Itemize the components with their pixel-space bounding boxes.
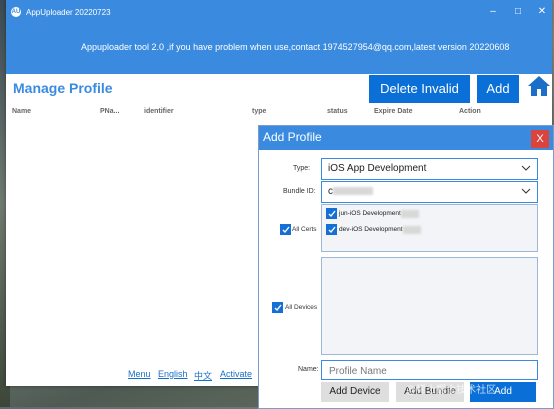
chevron-down-icon bbox=[521, 165, 531, 171]
type-label: Type: bbox=[293, 165, 311, 172]
watermark: @稀土掘金技术社区 bbox=[406, 385, 497, 396]
column-name[interactable]: Name bbox=[12, 108, 31, 115]
footer-link-menu[interactable]: Menu bbox=[128, 369, 151, 379]
bundle-id-label: Bundle ID: bbox=[283, 188, 316, 195]
banner-text: Appuploader tool 2.0 ,if you have proble… bbox=[81, 42, 510, 52]
chevron-down-icon bbox=[521, 188, 531, 194]
footer-link-english[interactable]: English bbox=[158, 369, 188, 379]
add-button[interactable]: Add bbox=[477, 75, 519, 103]
title-bar: AU AppUploader 20220723 – □ ✕ bbox=[6, 0, 552, 24]
cert-item[interactable]: dev-iOS Development bbox=[326, 224, 421, 235]
all-certs-checkbox[interactable] bbox=[280, 224, 291, 235]
certs-list: jun-iOS Development dev-iOS Development bbox=[321, 204, 538, 252]
toolbar: Manage Profile Delete Invalid Add bbox=[6, 74, 552, 104]
column-identifier[interactable]: identifier bbox=[144, 108, 174, 115]
type-select-value: iOS App Development bbox=[328, 163, 427, 174]
minimize-icon[interactable]: – bbox=[486, 6, 500, 17]
footer-link-activate[interactable]: Activate bbox=[220, 369, 252, 379]
page-title: Manage Profile bbox=[13, 80, 113, 96]
home-icon[interactable] bbox=[527, 74, 551, 98]
column-action[interactable]: Action bbox=[459, 108, 481, 115]
info-banner: Appuploader tool 2.0 ,if you have proble… bbox=[6, 24, 552, 74]
cert-label: dev-iOS Development bbox=[339, 226, 403, 234]
checkmark-icon bbox=[282, 226, 290, 234]
bundle-id-select[interactable]: c bbox=[321, 181, 538, 203]
name-label: Name: bbox=[298, 366, 319, 373]
checkmark-icon bbox=[274, 304, 282, 312]
all-devices-label: All Devices bbox=[285, 304, 318, 311]
column-status[interactable]: status bbox=[327, 108, 348, 115]
all-devices-checkbox[interactable] bbox=[272, 302, 283, 313]
bundle-id-value: c bbox=[328, 186, 373, 197]
profile-name-input[interactable] bbox=[327, 362, 531, 381]
all-certs-label: All Certs bbox=[292, 226, 317, 233]
checkmark-icon bbox=[328, 210, 336, 218]
table-header-right: status Expire Date Action bbox=[256, 104, 546, 120]
checkmark-icon bbox=[328, 226, 336, 234]
table-header: Name PNa... identifier type bbox=[6, 104, 266, 120]
cert-checkbox[interactable] bbox=[326, 224, 337, 235]
delete-invalid-button[interactable]: Delete Invalid bbox=[369, 75, 470, 103]
dialog-title: Add Profile bbox=[263, 130, 322, 144]
column-pname[interactable]: PNa... bbox=[100, 108, 119, 115]
add-profile-dialog: Add Profile X Type: iOS App Development … bbox=[258, 125, 554, 409]
close-icon[interactable]: ✕ bbox=[535, 6, 549, 17]
cert-item[interactable]: jun-iOS Development bbox=[326, 208, 419, 219]
dialog-title-bar: Add Profile X bbox=[259, 126, 553, 150]
cert-checkbox[interactable] bbox=[326, 208, 337, 219]
profile-name-field[interactable] bbox=[321, 360, 538, 381]
window-title: AppUploader 20220723 bbox=[26, 8, 111, 17]
app-icon: AU bbox=[11, 7, 21, 17]
dialog-close-button[interactable]: X bbox=[531, 130, 549, 148]
add-device-button[interactable]: Add Device bbox=[321, 382, 389, 402]
devices-list[interactable] bbox=[321, 257, 538, 355]
type-select[interactable]: iOS App Development bbox=[321, 158, 538, 180]
column-expire-date[interactable]: Expire Date bbox=[374, 108, 413, 115]
footer-link-chinese[interactable]: 中文 bbox=[194, 369, 212, 382]
maximize-icon[interactable]: □ bbox=[511, 6, 525, 17]
cert-label: jun-iOS Development bbox=[339, 210, 401, 218]
